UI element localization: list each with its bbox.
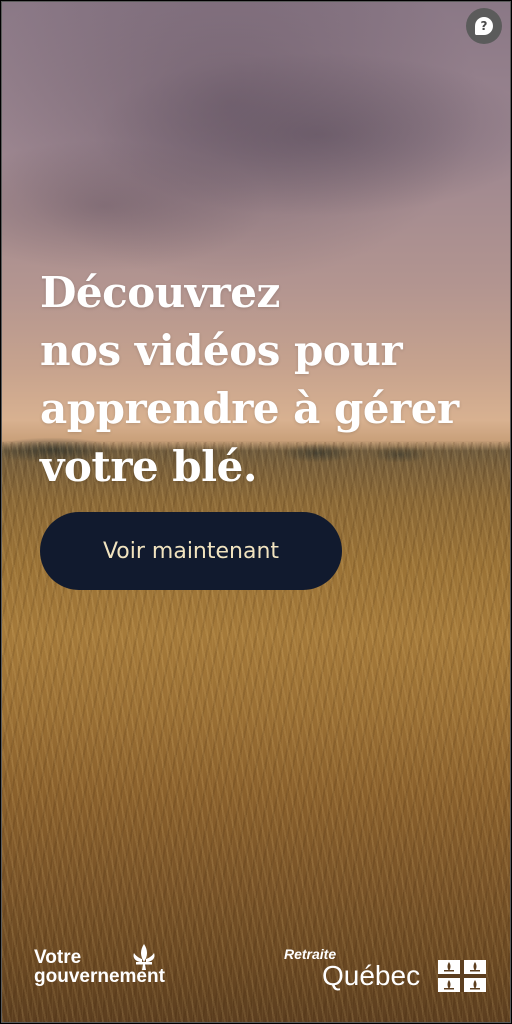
logo-quebec-text: Québec bbox=[322, 960, 421, 991]
headline: Découvrez nos vidéos pour apprendre à gé… bbox=[40, 264, 500, 496]
quebec-flag-icon bbox=[438, 960, 486, 992]
retraite-quebec-logo: Retraite Québec bbox=[284, 946, 494, 994]
watch-now-button[interactable]: Voir maintenant bbox=[40, 512, 342, 590]
headline-line: Découvrez bbox=[40, 268, 280, 317]
headline-line: apprendre à gérer bbox=[40, 384, 459, 433]
votre-gouvernement-logo: Votre gouvernement bbox=[34, 944, 165, 986]
headline-line: nos vidéos pour bbox=[40, 326, 403, 375]
help-button[interactable]: ? bbox=[466, 8, 502, 44]
help-question-icon: ? bbox=[475, 17, 493, 35]
headline-line: votre blé. bbox=[40, 442, 257, 491]
ad-banner[interactable]: ? Découvrez nos vidéos pour apprendre à … bbox=[1, 1, 511, 1023]
fleur-de-lis-icon bbox=[133, 944, 155, 970]
